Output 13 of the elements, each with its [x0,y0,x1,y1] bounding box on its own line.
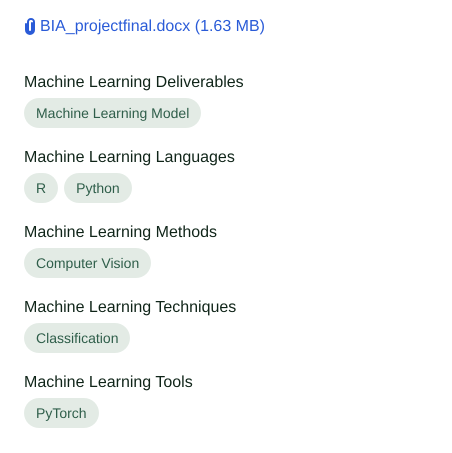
paperclip-icon [24,18,36,36]
tag: Classification [24,323,130,353]
section-heading: Machine Learning Methods [24,223,218,243]
tag: Computer Vision [24,248,152,278]
section-heading: Machine Learning Tools [24,373,194,393]
tag: PyTorch [24,398,99,428]
section-heading: Machine Learning Languages [24,148,236,168]
tag: Python [64,173,132,203]
section-heading: Machine Learning Deliverables [24,73,245,93]
tag: Machine Learning Model [24,98,202,128]
section-heading: Machine Learning Techniques [24,298,238,318]
attachment-link[interactable]: BIA_projectfinal.docx (1.63 MB) [24,15,265,39]
tag: R [24,173,58,203]
